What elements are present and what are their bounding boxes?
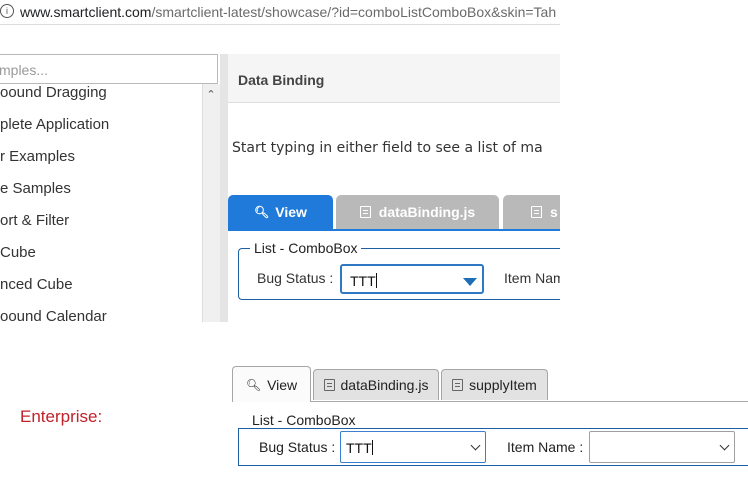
sidebar-item-bound-calendar[interactable]: oound Calendar	[0, 308, 107, 322]
tab-databinding-js[interactable]: dataBinding.js	[336, 195, 499, 229]
sidebar-item-bound-dragging[interactable]: oound Dragging	[0, 84, 107, 101]
enterprise-tab-view-label: View	[267, 376, 298, 393]
enterprise-tab-bar: 🔍︎ View dataBinding.js supplyItem	[232, 366, 748, 402]
tab-databinding-label: dataBinding.js	[378, 204, 476, 220]
chevron-up-icon[interactable]: ⌃	[205, 90, 217, 101]
enterprise-item-name-select[interactable]	[589, 431, 735, 463]
document-icon	[323, 379, 335, 391]
search-icon: 🔍︎	[254, 205, 270, 219]
bug-status-value: TTT	[350, 273, 377, 289]
sidebar: mples... oound Dragging plete Applicatio…	[0, 54, 220, 322]
enterprise-tab-view[interactable]: 🔍︎ View	[232, 366, 311, 402]
search-placeholder: mples...	[0, 62, 49, 78]
fieldset-legend: List - ComboBox	[250, 240, 362, 256]
enterprise-tab-supplyitem-label: supplyItem	[469, 377, 537, 393]
enterprise-tab-databinding-label: dataBinding.js	[340, 377, 429, 393]
document-icon	[359, 206, 371, 218]
bug-status-combobox[interactable]: TTT	[340, 264, 484, 294]
panel-splitter[interactable]	[220, 54, 228, 322]
search-icon: 🔍︎	[245, 377, 262, 392]
enterprise-tab-databinding-js[interactable]: dataBinding.js	[313, 369, 439, 400]
enterprise-fieldset-legend: List - ComboBox	[248, 412, 360, 428]
main-panel: Data Binding Start typing in either fiel…	[228, 54, 560, 322]
sidebar-item-complete-application[interactable]: plete Application	[0, 116, 109, 133]
document-icon	[452, 379, 464, 391]
sidebar-item-advanced-cube[interactable]: nced Cube	[0, 276, 73, 293]
tab-supplyitem-label: s	[550, 204, 558, 220]
tab-supplyitem[interactable]: s	[503, 195, 560, 229]
sample-description: Start typing in either field to see a li…	[232, 140, 543, 156]
sidebar-item-cube[interactable]: Cube	[0, 244, 36, 261]
chevron-down-icon[interactable]	[719, 440, 730, 451]
panel-header: Data Binding	[228, 54, 560, 103]
chevron-down-icon[interactable]	[470, 440, 481, 451]
bug-status-label: Bug Status :	[257, 270, 334, 286]
url-path: /smartclient-latest/showcase/?id=comboLi…	[151, 4, 557, 20]
tab-view-label: View	[275, 204, 307, 220]
url-domain: www.smartclient.com	[20, 4, 152, 20]
item-name-label: Item Nam	[504, 270, 560, 286]
enterprise-label: Enterprise:	[20, 407, 103, 426]
tab-view[interactable]: 🔍︎ View	[228, 195, 333, 229]
enterprise-tab-supplyitem[interactable]: supplyItem	[441, 369, 548, 400]
search-input[interactable]: mples...	[0, 54, 218, 84]
tab-bar: 🔍︎ View dataBinding.js s	[228, 195, 560, 231]
enterprise-item-name-label: Item Name :	[507, 439, 584, 455]
samples-tree: oound Dragging plete Application r Examp…	[0, 84, 203, 322]
sidebar-item-examples[interactable]: r Examples	[0, 148, 75, 165]
address-bar[interactable]: i www.smartclient.com/smartclient-latest…	[0, 0, 560, 25]
sidebar-item-samples[interactable]: e Samples	[0, 180, 71, 197]
sidebar-scrollbar[interactable]	[202, 84, 220, 322]
url-text[interactable]: www.smartclient.com/smartclient-latest/s…	[20, 4, 556, 20]
enterprise-bug-status-label: Bug Status :	[259, 439, 336, 455]
document-icon	[531, 206, 542, 218]
sidebar-item-sort-filter[interactable]: ort & Filter	[0, 212, 69, 229]
enterprise-bug-status-value: TTT	[346, 440, 373, 456]
chevron-down-icon[interactable]	[463, 278, 477, 286]
enterprise-bug-status-select[interactable]: TTT	[340, 431, 486, 463]
info-icon[interactable]: i	[0, 4, 14, 18]
page-title: Data Binding	[238, 72, 325, 88]
